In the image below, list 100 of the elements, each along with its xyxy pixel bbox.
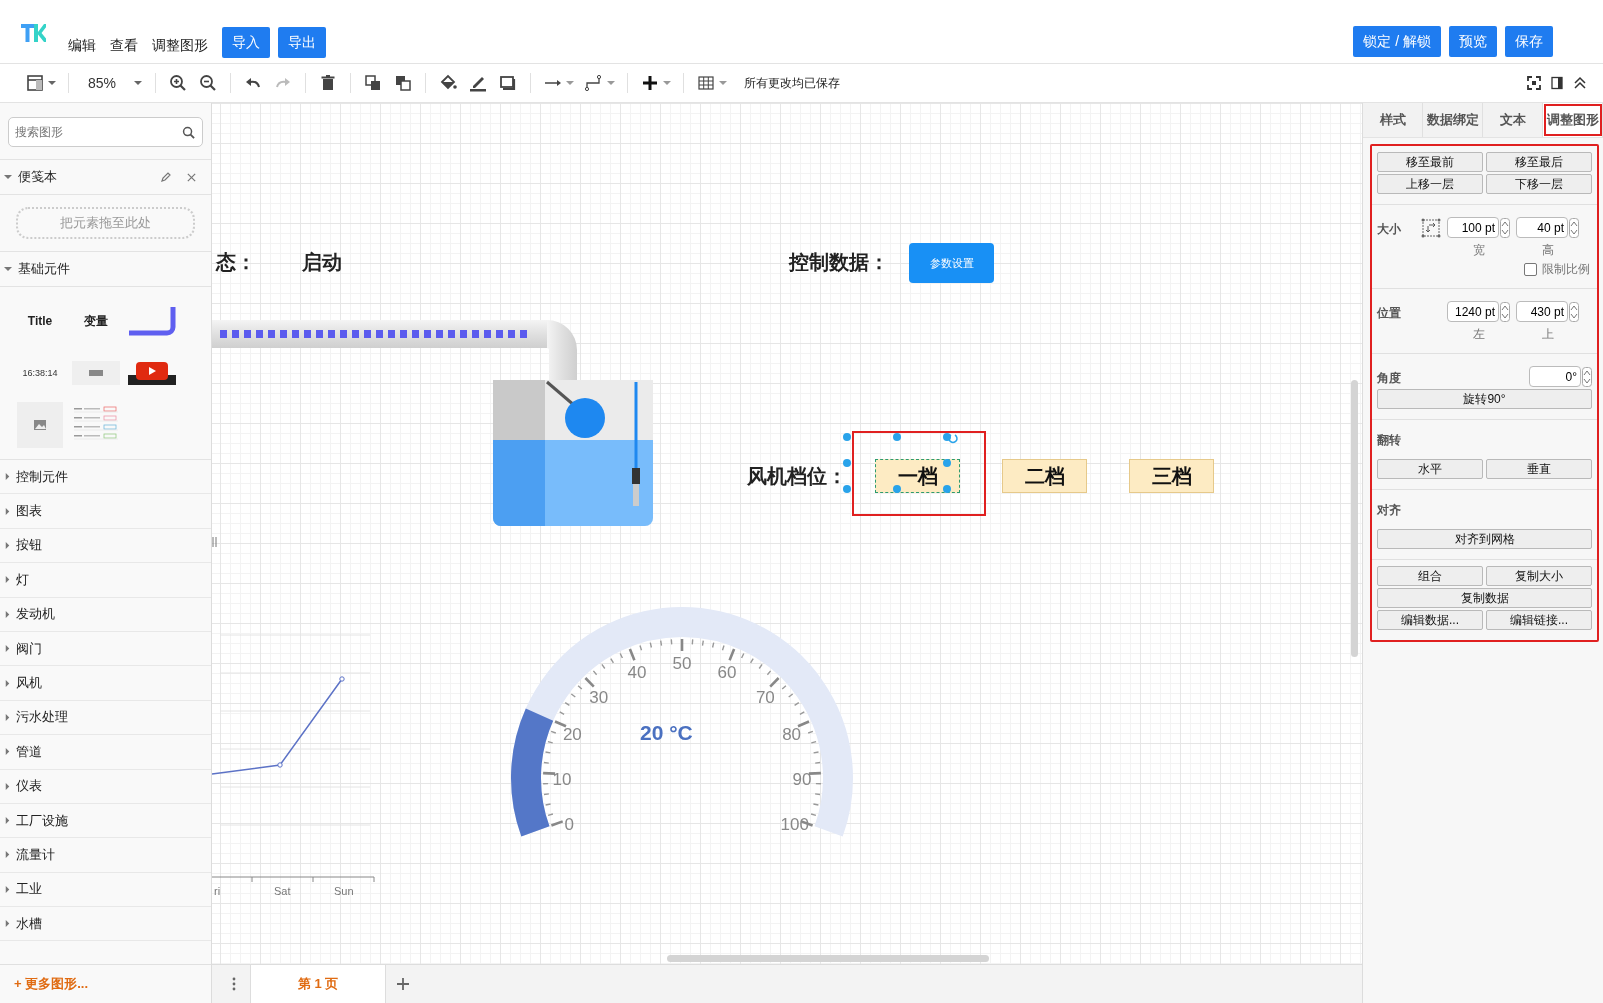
caret-icon[interactable]: [663, 79, 672, 87]
section-header[interactable]: 基础元件: [0, 251, 211, 287]
flip-button[interactable]: 垂直: [1486, 459, 1592, 479]
vertical-scrollbar[interactable]: [1351, 380, 1358, 657]
category-label: 污水处理: [16, 708, 68, 727]
flip-button[interactable]: 水平: [1377, 459, 1483, 479]
search-field[interactable]: 搜索图形: [8, 117, 203, 147]
panel-tab[interactable]: 样式: [1363, 103, 1423, 137]
caret-icon[interactable]: [134, 79, 143, 87]
collapse-icon[interactable]: [1573, 76, 1587, 90]
stepper-icon[interactable]: [1500, 217, 1510, 238]
category-item[interactable]: 管道: [0, 735, 211, 770]
height-field[interactable]: 40 pt: [1516, 217, 1568, 238]
category-item[interactable]: 污水处理: [0, 700, 211, 736]
stepper-icon[interactable]: [1582, 366, 1592, 387]
caret-icon[interactable]: [719, 79, 728, 87]
checkbox[interactable]: [1524, 263, 1537, 276]
category-item[interactable]: 灯: [0, 563, 211, 598]
caret-icon[interactable]: [607, 79, 616, 87]
edit-button[interactable]: 复制大小: [1486, 566, 1592, 586]
stepper-icon[interactable]: [1569, 217, 1579, 238]
gauge-tick-label: 10: [552, 769, 572, 790]
category-item[interactable]: 发动机: [0, 597, 211, 632]
rotate-button[interactable]: 旋转90°: [1377, 389, 1592, 409]
edit-button[interactable]: 编辑链接...: [1486, 610, 1592, 630]
video-thumbnail[interactable]: [128, 361, 176, 385]
image-thumbnail[interactable]: [17, 402, 63, 448]
clock-thumbnail[interactable]: 16:38:14: [22, 368, 58, 378]
table-icon[interactable]: [696, 73, 717, 93]
category-label: 仪表: [16, 777, 42, 796]
width-field[interactable]: 100 pt: [1447, 217, 1499, 238]
shape-thumbnail[interactable]: 变量: [84, 312, 108, 330]
edit-icon[interactable]: [160, 171, 172, 183]
category-label: 工厂设施: [16, 811, 68, 830]
fan-level-button[interactable]: 一档: [875, 459, 960, 493]
zoom-select[interactable]: 85%: [76, 75, 149, 91]
shape-thumbnail[interactable]: Title: [27, 314, 53, 328]
resize-icon[interactable]: [1421, 218, 1441, 238]
edit-button[interactable]: 编辑数据...: [1377, 610, 1483, 630]
close-icon[interactable]: [186, 171, 197, 183]
header-button[interactable]: 锁定 / 解锁: [1353, 26, 1441, 57]
caret-icon[interactable]: [566, 79, 575, 87]
category-label: 工业: [16, 880, 42, 899]
gauge-tick-label: 60: [717, 662, 737, 683]
save-status: 所有更改均已保存: [744, 74, 841, 92]
page-menu-icon[interactable]: [232, 977, 236, 991]
search-icon[interactable]: [182, 126, 195, 139]
fullscreen-icon[interactable]: [1527, 76, 1541, 90]
position-label: 位置: [1377, 305, 1402, 322]
edit-button[interactable]: 复制数据: [1377, 588, 1592, 608]
size-label: 大小: [1377, 221, 1402, 238]
category-item[interactable]: 水槽: [0, 907, 211, 942]
status-value: 启动: [302, 250, 342, 275]
section-header[interactable]: 便笺本: [0, 159, 211, 195]
add-page-icon[interactable]: [396, 977, 410, 991]
edit-button[interactable]: 组合: [1377, 566, 1483, 586]
header-button[interactable]: 预览: [1449, 26, 1497, 57]
category-item[interactable]: 工厂设施: [0, 803, 211, 839]
arrange-button[interactable]: 上移一层: [1377, 174, 1483, 194]
left-field[interactable]: 1240 pt: [1447, 301, 1499, 322]
gauge-tick-label: 100: [780, 815, 809, 836]
arrange-button[interactable]: 移至最后: [1486, 152, 1592, 172]
header-button[interactable]: 保存: [1505, 26, 1553, 57]
left-caption: 左: [1472, 326, 1485, 343]
panel-tab[interactable]: 数据绑定: [1423, 103, 1483, 137]
gauge-tick-label: 70: [755, 687, 775, 708]
header-button[interactable]: 导入: [222, 27, 270, 58]
header-button[interactable]: 导出: [278, 27, 326, 58]
category-item[interactable]: 风机: [0, 666, 211, 701]
chart-axis-label: Sat: [274, 885, 291, 897]
category-item[interactable]: 阀门: [0, 631, 211, 667]
fan-level-button[interactable]: 二档: [1002, 459, 1087, 493]
menu-item[interactable]: 调整图形: [152, 37, 208, 55]
horizontal-scrollbar[interactable]: [667, 955, 989, 962]
category-item[interactable]: 图表: [0, 494, 211, 529]
gauge-tick-label: 90: [792, 769, 812, 790]
category-item[interactable]: 仪表: [0, 769, 211, 804]
pipe-corner-thumbnail[interactable]: [127, 305, 177, 337]
panel-tab[interactable]: 调整图形: [1543, 103, 1603, 137]
caret-icon[interactable]: [48, 79, 56, 87]
fan-level-button[interactable]: 三档: [1129, 459, 1214, 493]
panel-tab[interactable]: 文本: [1483, 103, 1543, 137]
splitter-handle-icon[interactable]: [212, 537, 217, 547]
menu-item[interactable]: 查看: [110, 37, 138, 55]
arrange-button[interactable]: 移至最前: [1377, 152, 1483, 172]
category-item[interactable]: 工业: [0, 872, 211, 908]
category-item[interactable]: 控制元件: [0, 460, 211, 495]
angle-field[interactable]: 0°: [1529, 366, 1581, 387]
panel-toggle-icon[interactable]: [1550, 76, 1564, 90]
arrange-button[interactable]: 下移一层: [1486, 174, 1592, 194]
stepper-icon[interactable]: [1569, 301, 1579, 322]
button-thumbnail[interactable]: [72, 361, 120, 385]
category-item[interactable]: 流量计: [0, 838, 211, 873]
top-field[interactable]: 430 pt: [1516, 301, 1568, 322]
menu-item[interactable]: 编辑: [68, 37, 96, 55]
snap-to-grid-button[interactable]: 对齐到网格: [1377, 529, 1592, 549]
send-to-back-icon[interactable]: [393, 73, 414, 93]
stepper-icon[interactable]: [1500, 301, 1510, 322]
category-item[interactable]: 按钮: [0, 528, 211, 564]
layout-icon[interactable]: [25, 73, 45, 93]
